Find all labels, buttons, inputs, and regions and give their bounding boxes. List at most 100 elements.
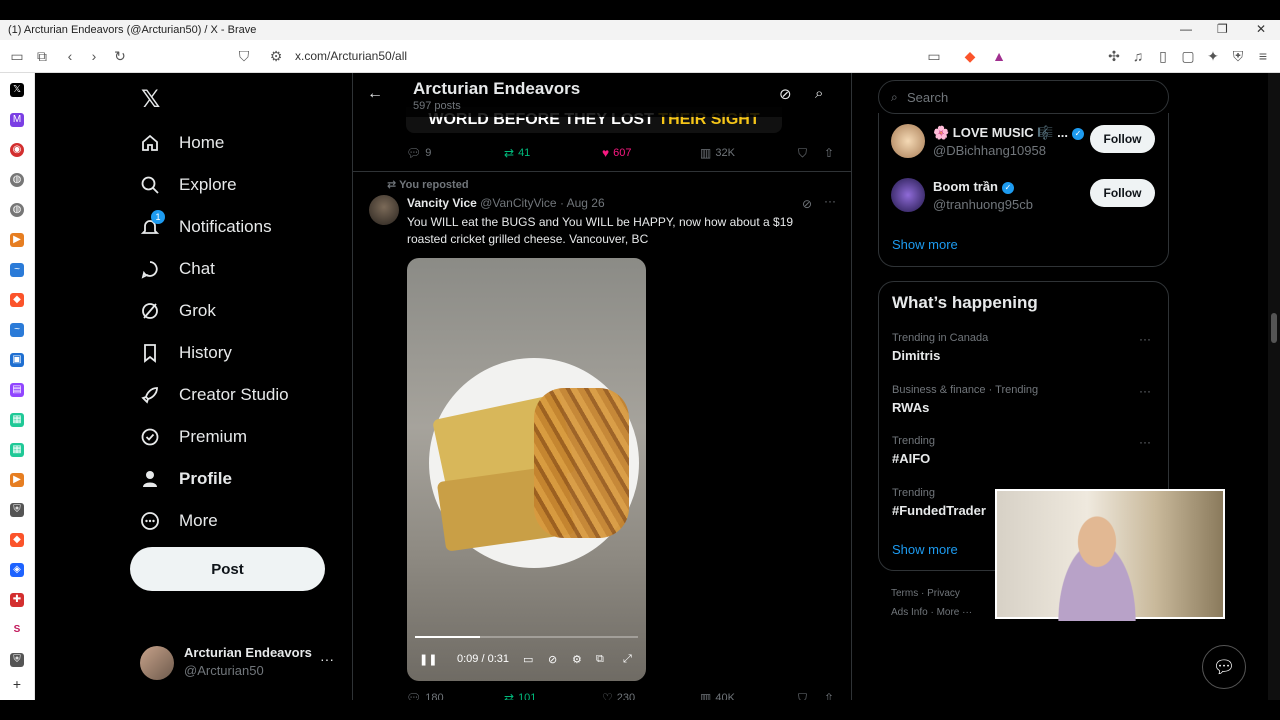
bookmark-button[interactable]: ⛉ bbox=[798, 146, 807, 161]
scrollbar-thumb[interactable] bbox=[1271, 313, 1277, 343]
follow-button[interactable]: Follow bbox=[1090, 179, 1155, 207]
twitch-tab-icon[interactable]: ▤ bbox=[10, 383, 24, 397]
x-tab-icon[interactable]: 𝕏 bbox=[10, 83, 24, 97]
tab-icon-9[interactable]: ~ bbox=[10, 323, 24, 337]
follow-button[interactable]: Follow bbox=[1090, 125, 1155, 153]
sidepanel-icon[interactable]: ▯ bbox=[1155, 48, 1171, 64]
more-dots-icon[interactable]: ··· bbox=[824, 194, 836, 208]
like-button[interactable]: ♡ 230 bbox=[602, 691, 635, 700]
follow-suggestion[interactable]: 🌸 LOVE MUSIC 🎼 ... ✓ @DBichhang10958 Foll… bbox=[891, 122, 1161, 162]
author-handle[interactable]: @VanCityVice bbox=[480, 196, 556, 210]
more-dots-icon[interactable]: ··· bbox=[1139, 332, 1151, 346]
add-tab-icon[interactable]: + bbox=[10, 677, 24, 691]
maximize-icon[interactable]: ❐ bbox=[1217, 22, 1228, 36]
trend-item[interactable]: Business & finance · Trending RWAs ··· bbox=[892, 384, 1157, 424]
back-icon[interactable]: ‹ bbox=[62, 48, 78, 64]
grok-icon[interactable]: ⊘ bbox=[802, 197, 812, 211]
footer-row[interactable]: Terms · Privacy bbox=[891, 588, 972, 599]
more-dots-icon[interactable]: ··· bbox=[1139, 435, 1151, 449]
tab-icon-3[interactable]: ◉ bbox=[10, 143, 24, 157]
nav-home[interactable]: Home bbox=[139, 127, 224, 159]
tab-icon-20[interactable]: ⛨ bbox=[10, 653, 24, 667]
cast-icon[interactable]: ▭ bbox=[926, 48, 942, 64]
extensions-icon[interactable]: ✣ bbox=[1106, 48, 1122, 64]
pip-icon[interactable]: ⧉ bbox=[596, 653, 604, 666]
tab-icon-5[interactable]: ◍ bbox=[10, 203, 24, 217]
repost-button[interactable]: ⇄ 41 bbox=[504, 146, 530, 160]
video-player[interactable]: ❚❚ 0:09 / 0:31 ▭ ⊘ ⚙ ⧉ ⤢ bbox=[407, 258, 646, 681]
author-name[interactable]: Vancity Vice bbox=[407, 196, 477, 210]
nav-premium[interactable]: Premium bbox=[139, 421, 247, 453]
captions-icon[interactable]: ▭ bbox=[523, 653, 533, 666]
brave-shields-icon[interactable]: ◆ bbox=[962, 48, 978, 64]
reload-icon[interactable]: ↻ bbox=[112, 48, 128, 64]
mute-icon[interactable]: ⊘ bbox=[548, 653, 557, 666]
media-icon[interactable]: ♫ bbox=[1130, 48, 1146, 64]
more-dots-icon[interactable]: ··· bbox=[320, 651, 334, 667]
mail-tab-icon[interactable]: M bbox=[10, 113, 24, 127]
nav-grok[interactable]: Grok bbox=[139, 295, 216, 327]
settings-icon[interactable]: ⚙ bbox=[572, 653, 582, 666]
nav-more[interactable]: More bbox=[139, 505, 218, 537]
post-button[interactable]: Post bbox=[130, 547, 325, 591]
share-button[interactable]: ⇧ bbox=[824, 691, 834, 700]
brave-rewards-icon[interactable]: ▲ bbox=[991, 48, 1007, 64]
tab-icon-16[interactable]: ◆ bbox=[10, 533, 24, 547]
tab-icon-4[interactable]: ◍ bbox=[10, 173, 24, 187]
follow-suggestion[interactable]: Boom trần ✓ @tranhuong95cb Follow bbox=[891, 176, 1161, 216]
video-progress-bar[interactable] bbox=[415, 636, 638, 638]
brave-tab-icon[interactable]: ◆ bbox=[10, 293, 24, 307]
leo-icon[interactable]: ✦ bbox=[1205, 48, 1221, 64]
more-dots-icon[interactable]: ··· bbox=[1139, 384, 1151, 398]
address-bar[interactable]: x.com/Arcturian50/all bbox=[295, 49, 407, 63]
bookmark-button[interactable]: ⛉ bbox=[798, 691, 807, 700]
nav-chat[interactable]: Chat bbox=[139, 253, 215, 285]
tab-icon-10[interactable]: ▣ bbox=[10, 353, 24, 367]
reply-button[interactable]: 💬︎ 180 bbox=[406, 691, 444, 700]
bookmark-page-icon[interactable]: ⛉ bbox=[236, 48, 252, 64]
tab-icon-6[interactable]: ▶ bbox=[10, 233, 24, 247]
back-arrow-icon[interactable]: ← bbox=[367, 85, 383, 103]
tab-icon-14[interactable]: ▶ bbox=[10, 473, 24, 487]
tab-icon-12[interactable]: ▦ bbox=[10, 413, 24, 427]
avatar[interactable] bbox=[369, 195, 399, 225]
close-icon[interactable]: ✕ bbox=[1256, 22, 1266, 36]
footer-row[interactable]: Ads Info · More ··· bbox=[891, 607, 972, 618]
like-button[interactable]: ♥ 607 bbox=[602, 146, 631, 160]
fullscreen-icon[interactable]: ⤢ bbox=[623, 653, 632, 666]
minimize-icon[interactable]: — bbox=[1180, 22, 1192, 36]
page-scrollbar[interactable] bbox=[1268, 73, 1280, 700]
trend-item[interactable]: Trending #AIFO ··· bbox=[892, 435, 1157, 475]
account-switcher[interactable]: Arcturian Endeavors @Arcturian50 ··· bbox=[140, 643, 340, 683]
wallet-icon[interactable]: ▢ bbox=[1180, 48, 1196, 64]
show-more-link[interactable]: Show more bbox=[892, 237, 958, 252]
views-button[interactable]: ▥ 40K bbox=[700, 691, 735, 700]
trend-item[interactable]: Trending in Canada Dimitris ··· bbox=[892, 332, 1157, 372]
site-settings-icon[interactable]: ⚙ bbox=[268, 48, 284, 64]
show-more-link[interactable]: Show more bbox=[892, 542, 958, 557]
tweet-date[interactable]: · Aug 26 bbox=[560, 196, 605, 210]
nav-creator-studio[interactable]: Creator Studio bbox=[139, 379, 289, 411]
x-logo-icon[interactable]: 𝕏 bbox=[141, 85, 160, 114]
nav-profile[interactable]: Profile bbox=[139, 463, 232, 495]
nav-explore[interactable]: Explore bbox=[139, 169, 237, 201]
tab-icon-15[interactable]: ⛨ bbox=[10, 503, 24, 517]
tab-icon-19[interactable]: S bbox=[10, 623, 24, 637]
reply-button[interactable]: 💬︎ 9 bbox=[406, 146, 431, 160]
search-input[interactable] bbox=[907, 87, 1157, 107]
menu-icon[interactable]: ≡ bbox=[1255, 48, 1271, 64]
tab-icon-18[interactable]: ✚ bbox=[10, 593, 24, 607]
tab-icon-13[interactable]: ▦ bbox=[10, 443, 24, 457]
nav-history[interactable]: History bbox=[139, 337, 232, 369]
sidebar-toggle-icon[interactable]: ▭ bbox=[9, 48, 25, 64]
views-button[interactable]: ▥ 32K bbox=[700, 146, 735, 160]
tab-groups-icon[interactable]: ⧉ bbox=[34, 48, 50, 64]
forward-icon[interactable]: › bbox=[86, 48, 102, 64]
grok-icon[interactable]: ⊘ bbox=[779, 85, 792, 103]
tab-icon-17[interactable]: ◈ bbox=[10, 563, 24, 577]
chat-fab-button[interactable]: 💬︎ bbox=[1202, 645, 1246, 689]
tab-icon-7[interactable]: ~ bbox=[10, 263, 24, 277]
repost-button[interactable]: ⇄ 101 bbox=[504, 691, 536, 700]
vpn-icon[interactable]: ⛨ bbox=[1230, 48, 1246, 64]
pause-icon[interactable]: ❚❚ bbox=[419, 653, 437, 666]
